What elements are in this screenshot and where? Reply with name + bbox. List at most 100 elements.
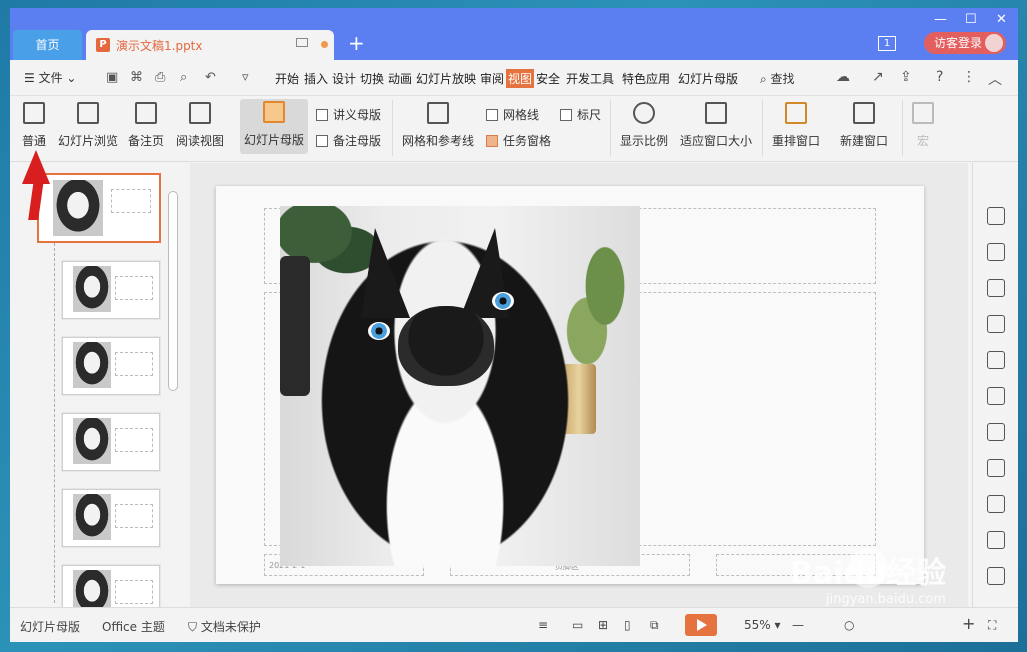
print-icon[interactable]: ⎙ <box>155 70 165 85</box>
normal-view-button[interactable]: 普通 <box>22 102 46 149</box>
divider <box>902 100 903 156</box>
dog-eye <box>368 322 390 340</box>
file-menu[interactable]: ☰ 文件 ⌄ <box>24 69 76 86</box>
pin-icon[interactable] <box>296 38 308 47</box>
more-quick-icon[interactable]: ▿ <box>242 70 249 85</box>
grid-guides-button[interactable]: 网格和参考线 <box>402 102 474 149</box>
star-icon[interactable] <box>987 207 1005 225</box>
thumbnail-layout[interactable] <box>62 413 160 471</box>
zoom-out-icon[interactable]: — <box>792 618 804 632</box>
page-badge[interactable]: 1 <box>878 36 896 51</box>
new-window-button[interactable]: 新建窗口 <box>840 102 888 149</box>
slide-sorter-icon <box>77 102 99 124</box>
fit-window-label: 适应窗口大小 <box>680 134 753 148</box>
notes-master-button[interactable]: 备注母版 <box>316 132 381 149</box>
preview-icon[interactable]: ⌕ <box>180 70 187 85</box>
shape-icon[interactable] <box>987 279 1005 297</box>
thumbnail-layout[interactable] <box>62 337 160 395</box>
tab-view[interactable]: 视图 <box>506 69 535 88</box>
tab-animation[interactable]: 动画 <box>388 70 412 87</box>
fit-screen-icon[interactable]: ⛶ <box>988 618 996 633</box>
paw-icon <box>848 548 888 588</box>
notes-toggle-icon[interactable]: ≡ <box>538 618 548 632</box>
slide-master-button[interactable]: 幻灯片母版 <box>240 99 309 154</box>
normal-view-icon[interactable]: ▭ <box>572 618 583 632</box>
thumbnail-layout[interactable] <box>62 489 160 547</box>
tab-review[interactable]: 审阅 <box>480 70 504 87</box>
gridlines-checkbox[interactable]: 网格线 <box>486 106 539 123</box>
ruler-checkbox[interactable]: 标尺 <box>560 106 601 123</box>
notes-master-icon <box>316 134 328 147</box>
close-icon[interactable]: ✕ <box>996 12 1007 27</box>
thumbnail-scrollbar[interactable] <box>168 191 178 391</box>
slide-canvas: 2021-2-1 页脚区 <box>190 163 968 607</box>
zoom-in-icon[interactable]: + <box>962 614 975 633</box>
status-protect[interactable]: ⛉ 文档未保护 <box>188 618 261 635</box>
husky-photo[interactable] <box>280 206 640 566</box>
save-icon[interactable]: ▣ <box>106 70 118 85</box>
find-button[interactable]: ⌕ 查找 <box>760 70 795 87</box>
status-theme[interactable]: Office 主题 <box>102 618 165 635</box>
layers-icon[interactable] <box>987 243 1005 261</box>
arrange-window-button[interactable]: 重排窗口 <box>772 102 820 149</box>
slide[interactable]: 2021-2-1 页脚区 <box>216 186 924 584</box>
tab-special[interactable]: 特色应用 <box>622 70 670 87</box>
reading-view-icon[interactable]: ▯ <box>624 618 631 632</box>
thumb-connector <box>54 243 55 603</box>
notes-page-button[interactable]: 备注页 <box>128 102 164 149</box>
zoom-button[interactable]: 显示比例 <box>620 102 668 149</box>
tab-security[interactable]: 安全 <box>536 70 560 87</box>
audio-icon[interactable] <box>987 567 1005 585</box>
zoom-slider-handle[interactable]: ○ <box>844 618 854 632</box>
macro-button[interactable]: 宏 <box>912 102 934 149</box>
document-name: 演示文稿1.pptx <box>116 38 203 53</box>
more-icon[interactable]: ⋮ <box>962 69 976 85</box>
task-pane-checkbox[interactable]: 任务窗格 <box>486 132 551 149</box>
tab-developer[interactable]: 开发工具 <box>566 70 614 87</box>
baidu-watermark: Baidu经验 jingyan.baidu.com <box>790 548 980 608</box>
help-icon[interactable]: ? <box>936 69 943 85</box>
tab-document[interactable]: P 演示文稿1.pptx <box>86 30 334 60</box>
minimize-icon[interactable]: — <box>934 12 947 27</box>
menu-bar: ☰ 文件 ⌄ ▣ ⌘ ⎙ ⌕ ↶ ▿ 开始 插入 设计 切换 动画 幻灯片放映 … <box>10 60 1018 96</box>
tab-transition[interactable]: 切换 <box>360 70 384 87</box>
format-painter-icon[interactable]: ⌘ <box>130 70 143 85</box>
thumbnail-master[interactable] <box>37 173 161 243</box>
status-bar: 幻灯片母版 Office 主题 ⛉ 文档未保护 ≡ ▭ ⊞ ▯ ⧉ 55% ▾ … <box>10 607 1018 642</box>
new-tab-button[interactable]: + <box>348 33 365 53</box>
login-button[interactable]: 访客登录 <box>924 32 1006 54</box>
tab-home[interactable]: 首页 <box>13 30 82 60</box>
slide-sorter-label: 幻灯片浏览 <box>58 134 119 148</box>
chart-icon[interactable] <box>987 351 1005 369</box>
handout-master-button[interactable]: 讲义母版 <box>316 106 381 123</box>
reading-view-button[interactable]: 阅读视图 <box>176 102 224 149</box>
tab-slideshow[interactable]: 幻灯片放映 <box>416 70 476 87</box>
maximize-icon[interactable]: ☐ <box>965 12 977 27</box>
undo-icon[interactable]: ↶ <box>205 70 216 85</box>
thumbnail-layout[interactable] <box>62 261 160 319</box>
image-icon[interactable] <box>987 531 1005 549</box>
archive-icon[interactable] <box>987 495 1005 513</box>
macro-label: 宏 <box>916 134 929 148</box>
tab-insert[interactable]: 插入 <box>304 70 328 87</box>
macro-icon <box>912 102 934 124</box>
cloud-icon[interactable]: ☁ <box>836 69 850 85</box>
fit-window-button[interactable]: 适应窗口大小 <box>680 102 752 149</box>
tab-design[interactable]: 设计 <box>332 70 356 87</box>
ribbon: 普通 幻灯片浏览 备注页 阅读视图 幻灯片母版 讲义母版 备注母版 网格和参考线… <box>10 96 1018 162</box>
share-icon[interactable]: ↗ <box>872 69 884 85</box>
settings-sliders-icon[interactable] <box>987 387 1005 405</box>
sorter-view-icon[interactable]: ⊞ <box>598 618 608 632</box>
presenter-icon[interactable]: ⧉ <box>650 618 659 633</box>
play-slideshow-button[interactable] <box>685 614 717 636</box>
collapse-ribbon-icon[interactable]: ︿ <box>988 69 1002 89</box>
slide-sorter-button[interactable]: 幻灯片浏览 <box>58 102 118 149</box>
dog-eye <box>492 292 514 310</box>
tab-slide-master[interactable]: 幻灯片母版 <box>678 70 738 87</box>
zoom-dropdown[interactable]: 55% ▾ <box>744 618 781 632</box>
picture-icon[interactable] <box>987 423 1005 441</box>
tab-start[interactable]: 开始 <box>275 70 299 87</box>
apps-icon[interactable] <box>987 315 1005 333</box>
share-icon[interactable] <box>987 459 1005 477</box>
export-icon[interactable]: ⇪ <box>900 69 912 85</box>
